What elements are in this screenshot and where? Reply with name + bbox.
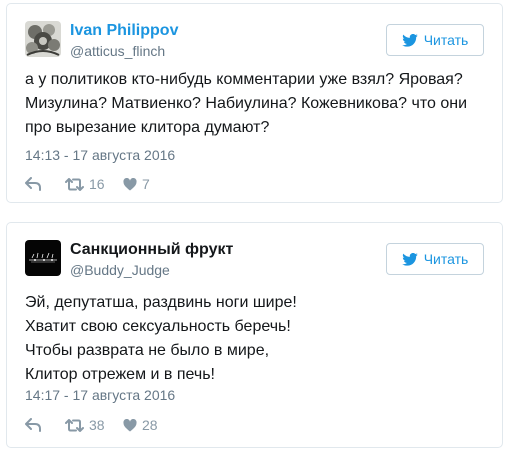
heart-icon [123,418,137,431]
tweet-text: Эй, депутатша, раздвинь ноги шире! Хвати… [25,291,484,387]
display-name[interactable]: Санкционный фрукт [70,241,233,259]
twitter-bird-icon [401,252,418,266]
tweet-text-line: Мизулина? Матвиенко? Набиулина? Кожевник… [25,95,468,112]
tweet-text-line: Клитор отрежем и в печь! [25,366,215,383]
display-name[interactable]: Ivan Philippov [70,22,178,40]
tweet-text-line: Эй, депутатша, раздвинь ноги шире! [25,294,297,311]
follow-read-button[interactable]: Читать [386,243,484,275]
reply-button[interactable] [25,418,65,432]
retweet-button[interactable]: 16 [65,176,123,192]
timestamp[interactable]: 14:13 - 17 августа 2016 [25,147,175,163]
reply-icon [25,177,41,191]
button-label: Читать [423,251,469,267]
avatar[interactable] [25,240,61,276]
retweet-button[interactable]: 38 [65,417,123,433]
reply-icon [25,418,41,432]
twitter-bird-icon [401,33,418,47]
like-button[interactable]: 28 [123,417,158,433]
tweet-card: Санкционный фрукт @Buddy_Judge Читать Эй… [6,222,503,448]
tweet-text-line: про вырезание клитора думают? [25,119,270,136]
like-count: 7 [142,176,150,192]
like-count: 28 [142,417,158,433]
retweet-icon [65,418,84,432]
tweet-actions: 38 28 [25,415,158,435]
retweet-count: 16 [89,176,105,192]
tweet-actions: 16 7 [25,174,150,194]
user-handle[interactable]: @atticus_flinch [70,43,165,59]
heart-icon [123,177,137,190]
user-handle[interactable]: @Buddy_Judge [70,262,170,278]
retweet-count: 38 [89,417,105,433]
follow-read-button[interactable]: Читать [386,24,484,56]
reply-button[interactable] [25,177,65,191]
tweet-text: а у политиков кто-нибудь комментарии уже… [25,68,484,140]
avatar[interactable] [25,21,61,57]
button-label: Читать [423,32,469,48]
retweet-icon [65,177,84,191]
tweet-text-line: Хватит свою сексуальность беречь! [25,318,291,335]
tweet-text-line: а у политиков кто-нибудь комментарии уже… [25,71,463,88]
tweet-card: Ivan Philippov @atticus_flinch Читать а … [6,3,503,203]
timestamp[interactable]: 14:17 - 17 августа 2016 [25,387,175,403]
like-button[interactable]: 7 [123,176,150,192]
tweet-text-line: Чтобы разврата не было в мире, [25,342,270,359]
